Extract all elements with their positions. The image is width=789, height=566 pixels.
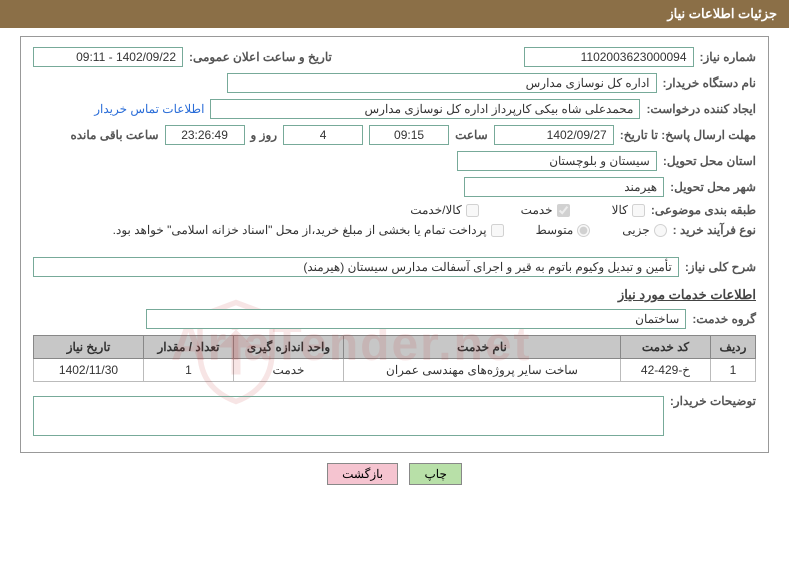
days-value: 4 — [283, 125, 363, 145]
buyer-contact-link[interactable]: اطلاعات تماس خریدار — [94, 102, 204, 116]
time-label: ساعت — [455, 128, 488, 142]
cell-code: خ-429-42 — [621, 359, 711, 382]
cat-goods-checkbox — [632, 204, 645, 217]
buyer-org-label: نام دستگاه خریدار: — [663, 76, 757, 90]
process-label: نوع فرآیند خرید : — [673, 223, 756, 237]
cat-service-label: خدمت — [521, 203, 553, 217]
service-group-value: ساختمان — [146, 309, 686, 329]
print-button[interactable]: چاپ — [409, 463, 461, 485]
cell-date: 1402/11/30 — [34, 359, 144, 382]
days-and-label: روز و — [251, 128, 278, 142]
th-name: نام خدمت — [344, 336, 621, 359]
buyer-notes-label: توضیحات خریدار: — [670, 394, 756, 408]
page-header: جزئیات اطلاعات نیاز — [0, 0, 789, 28]
need-desc-label: شرح کلی نیاز: — [685, 260, 756, 274]
city-label: شهر محل تحویل: — [670, 180, 756, 194]
need-desc-value: تأمین و تبدیل وکیوم باتوم به قیر و اجرای… — [33, 257, 679, 277]
cat-goods-label: کالا — [612, 203, 628, 217]
announce-date-label: تاریخ و ساعت اعلان عمومی: — [189, 50, 332, 64]
cell-row: 1 — [711, 359, 756, 382]
th-date: تاریخ نیاز — [34, 336, 144, 359]
proc-medium-radio — [577, 224, 590, 237]
cell-unit: خدمت — [234, 359, 344, 382]
table-row: 1 خ-429-42 ساخت سایر پروژه‌های مهندسی عم… — [34, 359, 756, 382]
buyer-notes-box — [33, 396, 664, 436]
payment-note-label: پرداخت تمام یا بخشی از مبلغ خرید،از محل … — [113, 223, 487, 237]
details-panel: AriaTender.net شماره نیاز: 1102003623000… — [20, 36, 769, 453]
city-value: هیرمند — [464, 177, 664, 197]
back-button[interactable]: بازگشت — [327, 463, 398, 485]
cat-both-label: کالا/خدمت — [410, 203, 461, 217]
service-group-label: گروه خدمت: — [692, 312, 756, 326]
th-qty: تعداد / مقدار — [144, 336, 234, 359]
remaining-label: ساعت باقی مانده — [70, 128, 158, 142]
need-number-label: شماره نیاز: — [700, 50, 756, 64]
buyer-org-value: اداره کل نوسازی مدارس — [227, 73, 657, 93]
th-row: ردیف — [711, 336, 756, 359]
province-value: سیستان و بلوچستان — [457, 151, 657, 171]
announce-date-value: 1402/09/22 - 09:11 — [33, 47, 183, 67]
cell-qty: 1 — [144, 359, 234, 382]
proc-minor-radio — [654, 224, 667, 237]
cat-service-checkbox — [557, 204, 570, 217]
th-code: کد خدمت — [621, 336, 711, 359]
page-title: جزئیات اطلاعات نیاز — [667, 6, 777, 21]
proc-minor-label: جزیی — [622, 223, 649, 237]
payment-note-checkbox — [491, 224, 504, 237]
th-unit: واحد اندازه گیری — [234, 336, 344, 359]
proc-medium-label: متوسط — [536, 223, 574, 237]
service-info-title: اطلاعات خدمات مورد نیاز — [33, 287, 756, 303]
services-table: ردیف کد خدمت نام خدمت واحد اندازه گیری ت… — [33, 335, 756, 382]
deadline-date-value: 1402/09/27 — [494, 125, 614, 145]
countdown-value: 23:26:49 — [165, 125, 245, 145]
button-bar: چاپ بازگشت — [0, 463, 789, 485]
requester-label: ایجاد کننده درخواست: — [646, 102, 756, 116]
cat-both-checkbox — [466, 204, 479, 217]
cell-name: ساخت سایر پروژه‌های مهندسی عمران — [344, 359, 621, 382]
need-number-value: 1102003623000094 — [524, 47, 694, 67]
category-label: طبقه بندی موضوعی: — [651, 203, 756, 217]
province-label: استان محل تحویل: — [663, 154, 756, 168]
requester-value: محمدعلی شاه بیکی کارپرداز اداره کل نوساز… — [210, 99, 640, 119]
deadline-time-value: 09:15 — [369, 125, 449, 145]
deadline-label: مهلت ارسال پاسخ: تا تاریخ: — [620, 128, 756, 142]
